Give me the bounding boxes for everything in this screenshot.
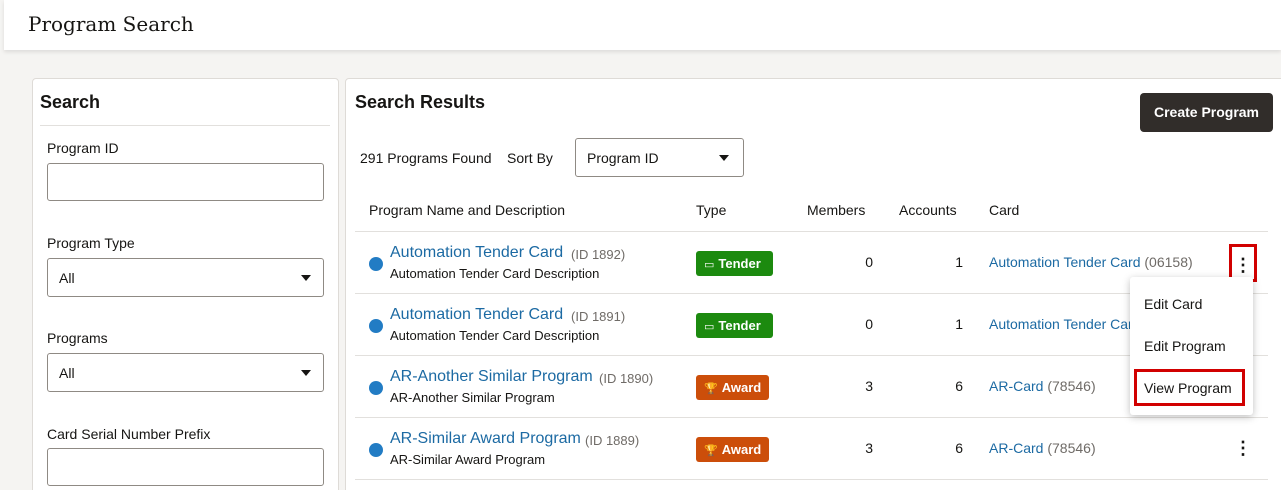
program-name-link[interactable]: Automation Tender Card [390, 306, 563, 324]
column-header-card[interactable]: Card [989, 202, 1019, 218]
program-id-input[interactable] [47, 163, 324, 201]
column-header-name[interactable]: Program Name and Description [369, 202, 565, 218]
status-dot [369, 443, 383, 457]
sort-by-select[interactable]: Program ID [575, 138, 744, 177]
members-count: 0 [865, 316, 873, 332]
chevron-down-icon [301, 275, 311, 281]
program-description: Automation Tender Card Description [390, 328, 600, 343]
program-id-label: Program ID [47, 140, 119, 156]
status-dot [369, 319, 383, 333]
type-badge: 🏆 Award [696, 375, 769, 400]
type-badge: 🏆 Award [696, 437, 769, 462]
menu-item-view-program[interactable]: View Program [1134, 369, 1245, 406]
accounts-count: 1 [955, 316, 963, 332]
search-panel: Search Program ID Program Type All Progr… [32, 78, 339, 490]
column-header-members[interactable]: Members [807, 202, 865, 218]
program-type-value: All [59, 270, 75, 286]
program-description: AR-Similar Award Program [390, 452, 546, 467]
program-name-link[interactable]: AR-Similar Award Program [390, 430, 581, 448]
results-count: 291 Programs Found [360, 150, 492, 166]
accounts-count: 6 [955, 440, 963, 456]
status-dot [369, 381, 383, 395]
trophy-icon: 🏆 [704, 445, 718, 457]
card-link[interactable]: AR-Card (78546) [989, 440, 1096, 456]
card-link[interactable]: Automation Tender Card (06158) [989, 254, 1193, 270]
program-type-select[interactable]: All [47, 258, 324, 297]
accounts-count: 1 [955, 254, 963, 270]
search-heading: Search [40, 92, 101, 112]
card-prefix-input[interactable] [47, 448, 324, 486]
accounts-count: 6 [955, 378, 963, 394]
members-count: 0 [865, 254, 873, 270]
trophy-icon: 🏆 [704, 383, 718, 395]
program-type-label: Program Type [47, 235, 135, 251]
column-header-type[interactable]: Type [696, 202, 726, 218]
sort-by-value: Program ID [587, 150, 659, 166]
programs-select[interactable]: All [47, 353, 324, 392]
create-program-button[interactable]: Create Program [1140, 93, 1273, 132]
page-title: Program Search [28, 12, 194, 36]
type-badge: ▭ Tender [696, 313, 773, 338]
table-row: AR-Similar Award Program (ID 1889) AR-Si… [355, 418, 1268, 480]
divider [40, 125, 330, 126]
sort-by-label: Sort By [507, 150, 553, 166]
program-name-link[interactable]: Automation Tender Card [390, 244, 563, 262]
program-description: AR-Another Similar Program [390, 390, 555, 405]
results-title: Search Results [355, 92, 486, 112]
card-link[interactable]: AR-Card (78546) [989, 378, 1096, 394]
programs-value: All [59, 365, 75, 381]
menu-item-edit-card[interactable]: Edit Card [1144, 296, 1202, 312]
page-header: Program Search [4, 0, 1281, 50]
column-header-accounts[interactable]: Accounts [899, 202, 957, 218]
program-id: (ID 1892) [571, 247, 626, 262]
row-actions-menu: Edit Card Edit Program View Program [1130, 277, 1253, 415]
card-link[interactable]: Automation Tender Card [989, 316, 1141, 332]
chevron-down-icon [301, 370, 311, 376]
program-id: (ID 1891) [571, 309, 626, 324]
menu-item-edit-program[interactable]: Edit Program [1144, 338, 1226, 354]
program-name-link[interactable]: AR-Another Similar Program [390, 368, 593, 386]
chevron-down-icon [719, 155, 729, 161]
members-count: 3 [865, 440, 873, 456]
program-id: (ID 1889) [585, 433, 640, 448]
program-description: Automation Tender Card Description [390, 266, 600, 281]
programs-label: Programs [47, 330, 108, 346]
row-actions-kebab-icon[interactable]: ⋮ [1229, 430, 1257, 468]
members-count: 3 [865, 378, 873, 394]
program-id: (ID 1890) [599, 371, 654, 386]
type-badge: ▭ Tender [696, 251, 773, 276]
card-icon: ▭ [704, 259, 715, 271]
card-prefix-label: Card Serial Number Prefix [47, 426, 211, 442]
card-icon: ▭ [704, 321, 715, 333]
status-dot [369, 257, 383, 271]
